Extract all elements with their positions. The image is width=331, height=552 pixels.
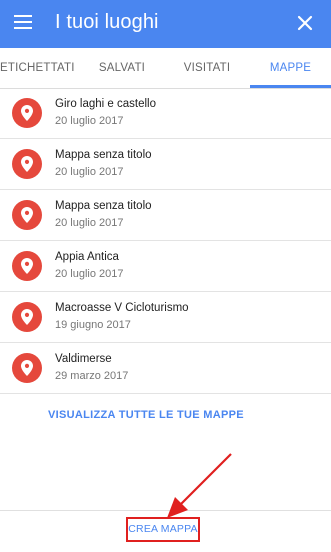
annotation-arrow-icon: [167, 453, 232, 518]
